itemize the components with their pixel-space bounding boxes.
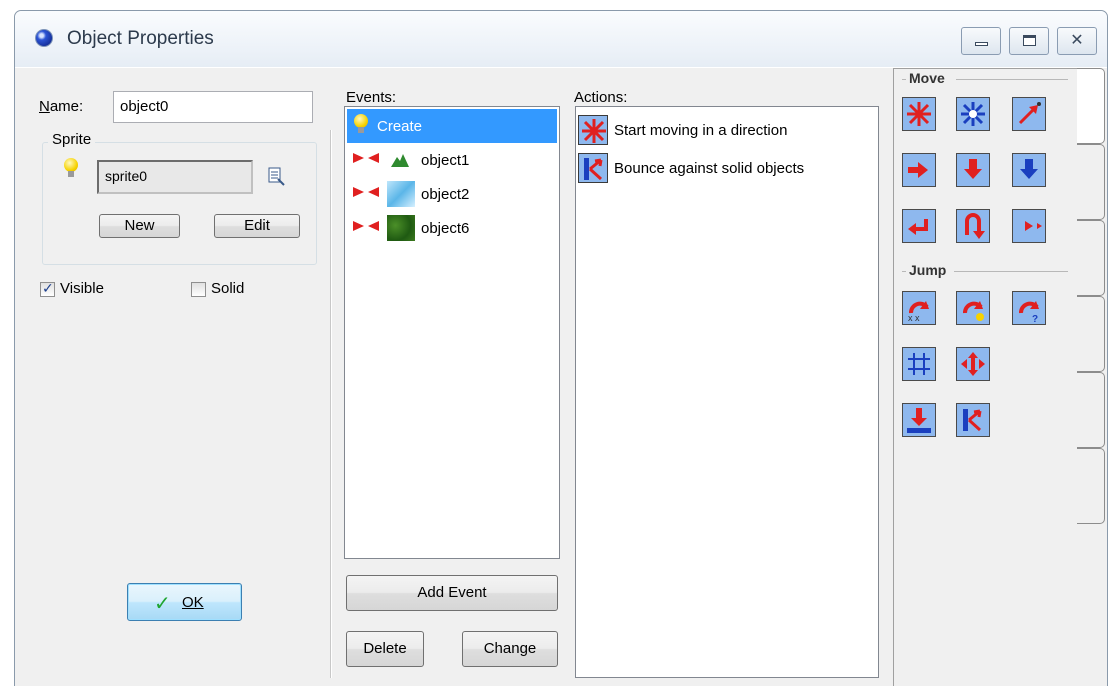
bounce-palette-icon[interactable] <box>956 403 990 437</box>
actions-list[interactable]: Start moving in a direction Bounce again… <box>575 106 879 678</box>
action-start-moving[interactable]: Start moving in a direction <box>578 113 787 147</box>
move-fixed-icon <box>578 115 608 145</box>
jump-start-icon[interactable] <box>956 291 990 325</box>
ok-button[interactable]: ✓ OK <box>127 583 242 621</box>
action-palette: Move Jump x x ? <box>893 68 1077 686</box>
minimize-button[interactable] <box>961 27 1001 55</box>
reverse-horizontal-icon[interactable] <box>902 209 936 243</box>
event-create[interactable]: Create <box>347 109 557 143</box>
svg-text:?: ? <box>1032 314 1038 323</box>
action-label: Bounce against solid objects <box>614 159 805 177</box>
create-bulb-icon <box>353 114 369 138</box>
delete-event-button[interactable]: Delete <box>346 631 424 667</box>
action-label: Start moving in a direction <box>614 121 788 139</box>
event-collision-object6[interactable]: object6 <box>347 211 469 245</box>
palette-line <box>956 79 1068 80</box>
jump-random-icon[interactable]: ? <box>1012 291 1046 325</box>
name-label: Name: <box>39 98 83 115</box>
friction-icon[interactable] <box>1012 209 1046 243</box>
sprite-bulb-icon <box>63 158 79 182</box>
move-header: Move <box>906 70 948 86</box>
tab-draw[interactable] <box>1077 448 1105 524</box>
ok-label: OK <box>182 594 204 611</box>
event-collision-object1[interactable]: object1 <box>347 143 469 177</box>
move-fixed-icon[interactable] <box>902 97 936 131</box>
collision-icon <box>353 185 379 203</box>
solid-checkbox[interactable] <box>191 282 206 297</box>
collision-icon <box>353 151 379 169</box>
change-event-button[interactable]: Change <box>462 631 558 667</box>
name-label-text: Name: <box>39 98 84 115</box>
sprite-group-title: Sprite <box>48 131 96 148</box>
tab-score[interactable] <box>1077 372 1105 448</box>
tab-move[interactable] <box>1077 68 1105 144</box>
close-icon: ✕ <box>1070 32 1084 49</box>
object1-thumbnail <box>387 147 415 173</box>
solid-label: Solid <box>211 280 245 297</box>
bounce-icon <box>578 153 608 183</box>
jump-position-icon[interactable]: x x <box>902 291 936 325</box>
gravity-icon[interactable] <box>1012 153 1046 187</box>
object-properties-window: Object Properties ✕ Name: object0 Sprite… <box>14 10 1108 686</box>
speed-horizontal-icon[interactable] <box>902 153 936 187</box>
event-collision-object2[interactable]: object2 <box>347 177 469 211</box>
event-label: object1 <box>421 151 470 169</box>
align-grid-icon[interactable] <box>902 347 936 381</box>
svg-text:x x: x x <box>908 313 920 323</box>
reverse-vertical-icon[interactable] <box>956 209 990 243</box>
window-title: Object Properties <box>67 28 214 49</box>
event-label: Create <box>377 117 423 135</box>
move-towards-icon[interactable] <box>1012 97 1046 131</box>
wrap-screen-icon[interactable] <box>956 347 990 381</box>
object6-thumbnail <box>387 215 415 241</box>
collision-icon <box>353 219 379 237</box>
event-label: object2 <box>421 185 470 203</box>
divider-left <box>330 130 331 678</box>
palette-line <box>954 271 1068 272</box>
add-event-button[interactable]: Add Event <box>346 575 558 611</box>
minimize-icon <box>975 42 988 46</box>
action-bounce[interactable]: Bounce against solid objects <box>578 151 804 185</box>
app-icon <box>35 29 53 47</box>
tab-main1[interactable] <box>1077 144 1105 220</box>
name-input[interactable]: object0 <box>113 91 313 123</box>
visible-label: Visible <box>60 280 104 297</box>
event-label: object6 <box>421 219 470 237</box>
maximize-button[interactable] <box>1009 27 1049 55</box>
move-free-icon[interactable] <box>956 97 990 131</box>
events-list[interactable]: Create object1 object2 object6 <box>344 106 560 559</box>
move-contact-icon[interactable] <box>902 403 936 437</box>
speed-vertical-icon[interactable] <box>956 153 990 187</box>
checkmark-icon: ✓ <box>154 593 171 615</box>
sprite-field[interactable]: sprite0 <box>97 160 253 194</box>
window-controls: ✕ <box>953 27 1097 55</box>
tab-control[interactable] <box>1077 296 1105 372</box>
sprite-menu-icon[interactable] <box>267 166 285 186</box>
tab-main2[interactable] <box>1077 220 1105 296</box>
maximize-icon <box>1023 35 1036 46</box>
title-bar[interactable]: Object Properties ✕ <box>15 11 1107 67</box>
jump-header: Jump <box>906 262 950 278</box>
close-button[interactable]: ✕ <box>1057 27 1097 55</box>
events-label: Events: <box>346 89 397 106</box>
visible-checkbox[interactable] <box>40 280 55 297</box>
actions-label: Actions: <box>574 89 628 106</box>
edit-sprite-button[interactable]: Edit <box>214 214 300 238</box>
new-sprite-button[interactable]: New <box>99 214 180 238</box>
object2-thumbnail <box>387 181 415 207</box>
